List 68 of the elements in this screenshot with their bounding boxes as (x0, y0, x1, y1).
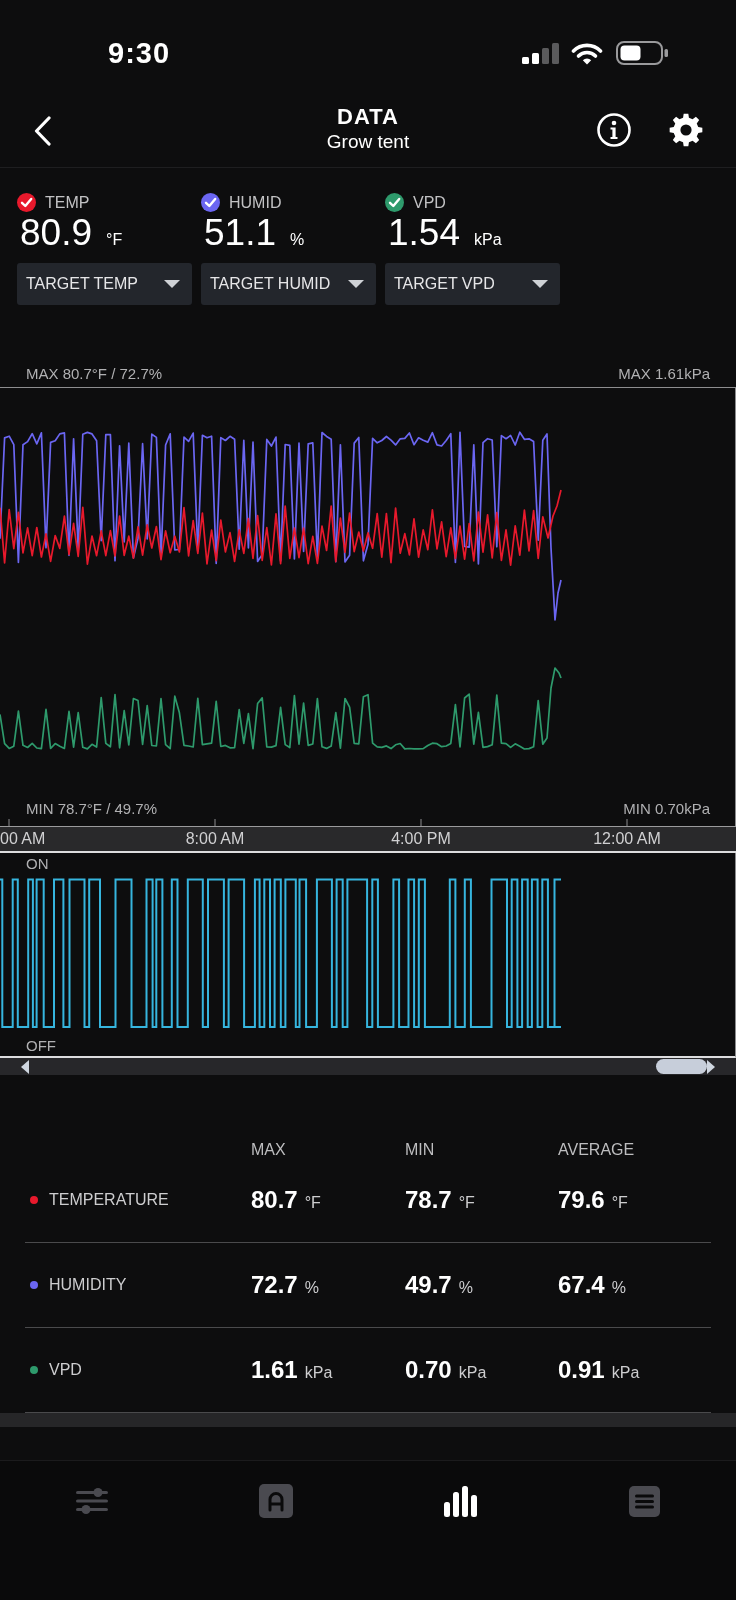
status-time: 9:30 (108, 38, 171, 68)
unit-label: kPa (304, 1364, 333, 1382)
settings-icon[interactable] (669, 113, 703, 147)
min-label: MIN 78.7°F / 49.7% (26, 800, 158, 818)
column-header: MAX (251, 1142, 287, 1158)
stat-value: 80.7 (251, 1186, 298, 1214)
row-label: HUMIDITY (49, 1276, 127, 1294)
min-label: MIN 0.70kPa (623, 800, 710, 818)
sensor-label: TEMP (45, 193, 90, 212)
target-dropdown[interactable]: TARGET VPD (385, 263, 560, 305)
right-arrow-icon[interactable] (707, 1059, 715, 1074)
page-subtitle: Grow tent (326, 131, 410, 153)
stat-value: 79.6 (558, 1186, 605, 1214)
caret-icon (532, 280, 548, 288)
checkbox[interactable] (17, 193, 36, 212)
stat-value: 1.61 (251, 1356, 298, 1384)
wifi-icon (571, 41, 603, 65)
stat-value: 0.91 (558, 1356, 605, 1384)
caret-icon (348, 280, 364, 288)
left-arrow-icon[interactable] (21, 1059, 29, 1074)
stat-value: 72.7 (251, 1271, 298, 1299)
row-label: VPD (49, 1361, 82, 1379)
checkbox[interactable] (201, 193, 220, 212)
sensor-label: HUMID (229, 193, 282, 212)
unit-label: kPa (458, 1364, 487, 1382)
sensor-value: 80.9 (20, 215, 92, 251)
info-icon[interactable] (597, 113, 631, 147)
stat-value: 67.4 (558, 1271, 605, 1299)
stat-value: 49.7 (405, 1271, 452, 1299)
back-icon[interactable] (33, 116, 52, 146)
column-header: AVERAGE (558, 1142, 636, 1158)
stat-value: 0.70 (405, 1356, 452, 1384)
sensor-value: 51.1 (204, 215, 276, 251)
max-label: MAX 80.7°F / 72.7% (26, 365, 163, 383)
unit-label: kPa (474, 231, 502, 249)
caret-icon (164, 280, 180, 288)
sensor-value: 1.54 (388, 215, 460, 251)
target-dropdown[interactable]: TARGET HUMID (201, 263, 376, 305)
row-label: TEMPERATURE (49, 1191, 169, 1209)
page-title: DATA (337, 105, 399, 129)
unit-label: % (458, 1279, 473, 1297)
axis-label: OFF (26, 1037, 56, 1055)
axis-label: 8:00 AM (184, 829, 246, 849)
letter-tile-icon[interactable] (259, 1484, 293, 1518)
unit-label: °F (611, 1194, 628, 1212)
axis-label: 12:00 AM (592, 829, 662, 849)
bar-chart-icon[interactable] (443, 1485, 477, 1517)
unit-label: % (290, 231, 305, 249)
scrollbar[interactable] (0, 1058, 736, 1075)
signal-icon (522, 42, 559, 64)
stat-value: 78.7 (405, 1186, 452, 1214)
battery-icon (616, 41, 668, 65)
axis-label: ON (26, 855, 49, 873)
axis-label: 00 AM (0, 829, 47, 849)
column-header: MIN (405, 1142, 436, 1158)
sliders-icon[interactable] (76, 1488, 108, 1514)
unit-label: kPa (611, 1364, 640, 1382)
max-label: MAX 1.61kPa (618, 365, 710, 383)
unit-label: °F (304, 1194, 321, 1212)
unit-label: % (611, 1279, 626, 1297)
target-dropdown[interactable]: TARGET TEMP (17, 263, 192, 305)
scroll-thumb[interactable] (656, 1059, 707, 1074)
unit-label: % (304, 1279, 319, 1297)
unit-label: °F (106, 231, 123, 249)
axis-label: 4:00 PM (390, 829, 452, 849)
unit-label: °F (458, 1194, 475, 1212)
sensor-label: VPD (413, 193, 446, 212)
checkbox[interactable] (385, 193, 404, 212)
